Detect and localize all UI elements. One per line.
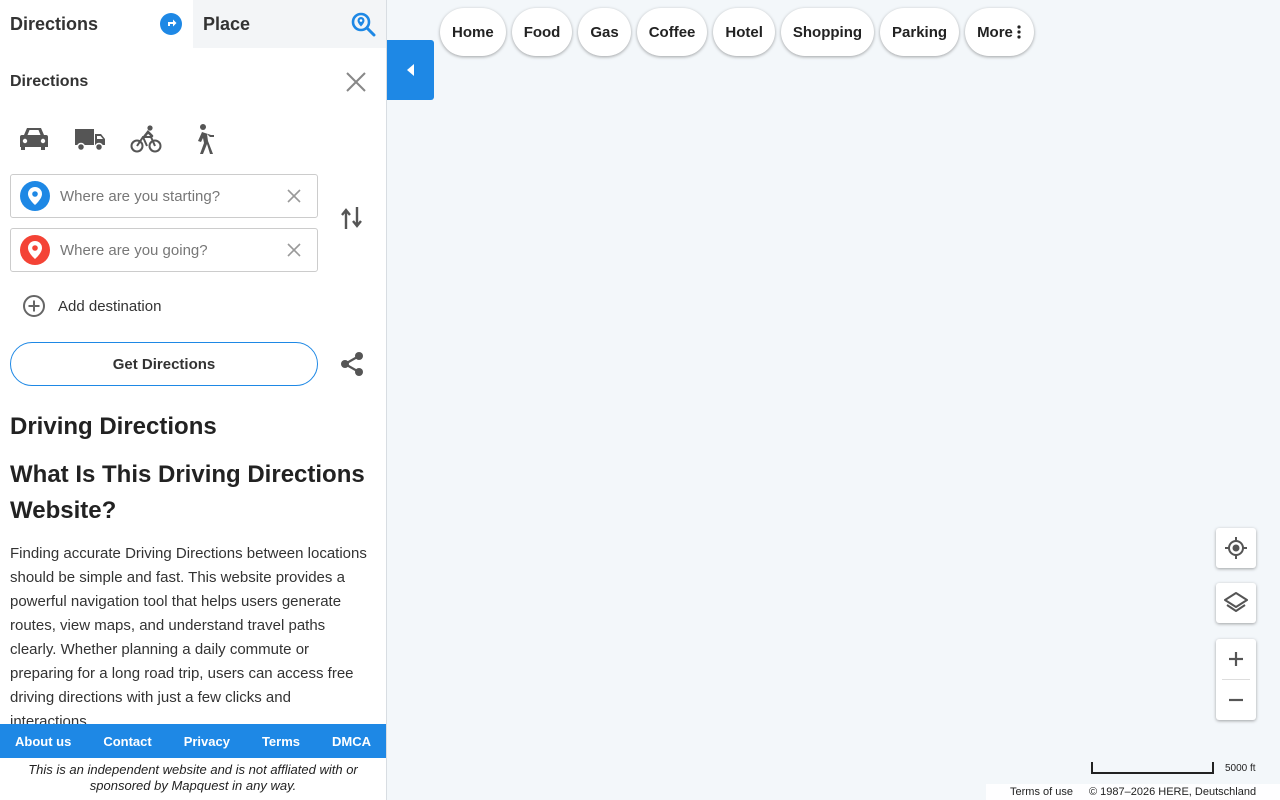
tab-directions[interactable]: Directions [0, 0, 193, 48]
directions-header: Directions [10, 70, 367, 94]
layers-button[interactable] [1216, 583, 1256, 623]
directions-title: Directions [10, 73, 89, 90]
truck-icon [75, 129, 105, 152]
zoom-in-button[interactable] [1216, 639, 1256, 679]
plus-icon [1229, 652, 1243, 666]
tab-place[interactable]: Place [193, 0, 386, 48]
crosshair-icon [1225, 537, 1247, 559]
mode-car[interactable] [18, 122, 50, 156]
category-shopping[interactable]: Shopping [780, 8, 875, 56]
scale-label: 5000 ft [1225, 763, 1256, 774]
tab-place-label: Place [203, 13, 251, 34]
footer-link-terms[interactable]: Terms [262, 734, 300, 749]
swap-icon[interactable] [340, 205, 364, 231]
bicycle-icon [130, 125, 162, 153]
article-heading: Driving Directions [10, 413, 217, 440]
add-destination-button[interactable]: Add destination [22, 294, 161, 318]
sidebar: Directions Place Directions Where are yo… [0, 0, 387, 800]
category-home[interactable]: Home [440, 8, 506, 56]
destination-location-input[interactable] [60, 241, 287, 259]
mode-bicycle[interactable] [130, 122, 162, 156]
tab-directions-label: Directions [10, 13, 99, 34]
zoom-out-button[interactable] [1216, 680, 1256, 720]
category-coffee[interactable]: Coffee [636, 8, 708, 56]
zoom-controls [1216, 639, 1256, 720]
destination-pin-icon [20, 235, 50, 265]
category-food[interactable]: Food [511, 8, 573, 56]
destination-location-field [10, 228, 318, 272]
category-parking[interactable]: Parking [880, 8, 960, 56]
share-icon[interactable] [340, 351, 364, 377]
disclaimer: This is an independent website and is no… [28, 762, 358, 793]
travel-modes [18, 122, 218, 156]
walking-icon [198, 124, 214, 154]
clear-destination-icon[interactable] [287, 243, 301, 257]
more-vertical-icon [1017, 25, 1021, 39]
start-location-input[interactable] [60, 187, 287, 205]
add-destination-label: Add destination [58, 297, 162, 315]
minus-icon [1229, 698, 1243, 702]
scale-bar [1091, 762, 1214, 774]
map-attribution: Terms of use © 1987–2026 HERE, Deutschla… [986, 784, 1280, 800]
clear-start-icon[interactable] [287, 189, 301, 203]
category-gas[interactable]: Gas [578, 8, 631, 56]
map-scale: 5000 ft [1091, 762, 1256, 774]
collapse-panel-button[interactable] [387, 40, 434, 100]
category-bar: Home Food Gas Coffee Hotel Shopping Park… [440, 8, 1034, 56]
footer-links: About us Contact Privacy Terms DMCA [0, 724, 386, 758]
directions-icon [160, 13, 182, 35]
footer-link-privacy[interactable]: Privacy [184, 734, 230, 749]
copyright-text: © 1987–2026 HERE, Deutschland [1088, 786, 1257, 798]
footer-link-dmca[interactable]: DMCA [332, 734, 371, 749]
locate-me-button[interactable] [1216, 528, 1256, 568]
article-body: Finding accurate Driving Directions betw… [10, 545, 367, 724]
footer-link-about[interactable]: About us [15, 734, 71, 749]
caret-left-icon [406, 64, 414, 76]
top-tabs: Directions Place [0, 0, 386, 48]
car-icon [20, 128, 48, 150]
mode-walking[interactable] [186, 122, 218, 156]
start-pin-icon [20, 181, 50, 211]
article: Driving Directions What Is This Driving … [10, 410, 372, 724]
category-more[interactable]: More [965, 8, 1034, 56]
terms-of-use-link[interactable]: Terms of use [1010, 786, 1073, 798]
add-circle-icon [23, 295, 45, 317]
close-icon[interactable] [345, 71, 367, 93]
mode-truck[interactable] [74, 122, 106, 156]
get-directions-button[interactable]: Get Directions [10, 342, 318, 386]
start-location-field [10, 174, 318, 218]
search-location-icon [351, 12, 376, 37]
layers-icon [1224, 592, 1248, 612]
footer-link-contact[interactable]: Contact [103, 734, 151, 749]
article-subheading: What Is This Driving Directions Website? [10, 461, 365, 524]
category-hotel[interactable]: Hotel [713, 8, 775, 56]
category-more-label: More [977, 23, 1013, 41]
